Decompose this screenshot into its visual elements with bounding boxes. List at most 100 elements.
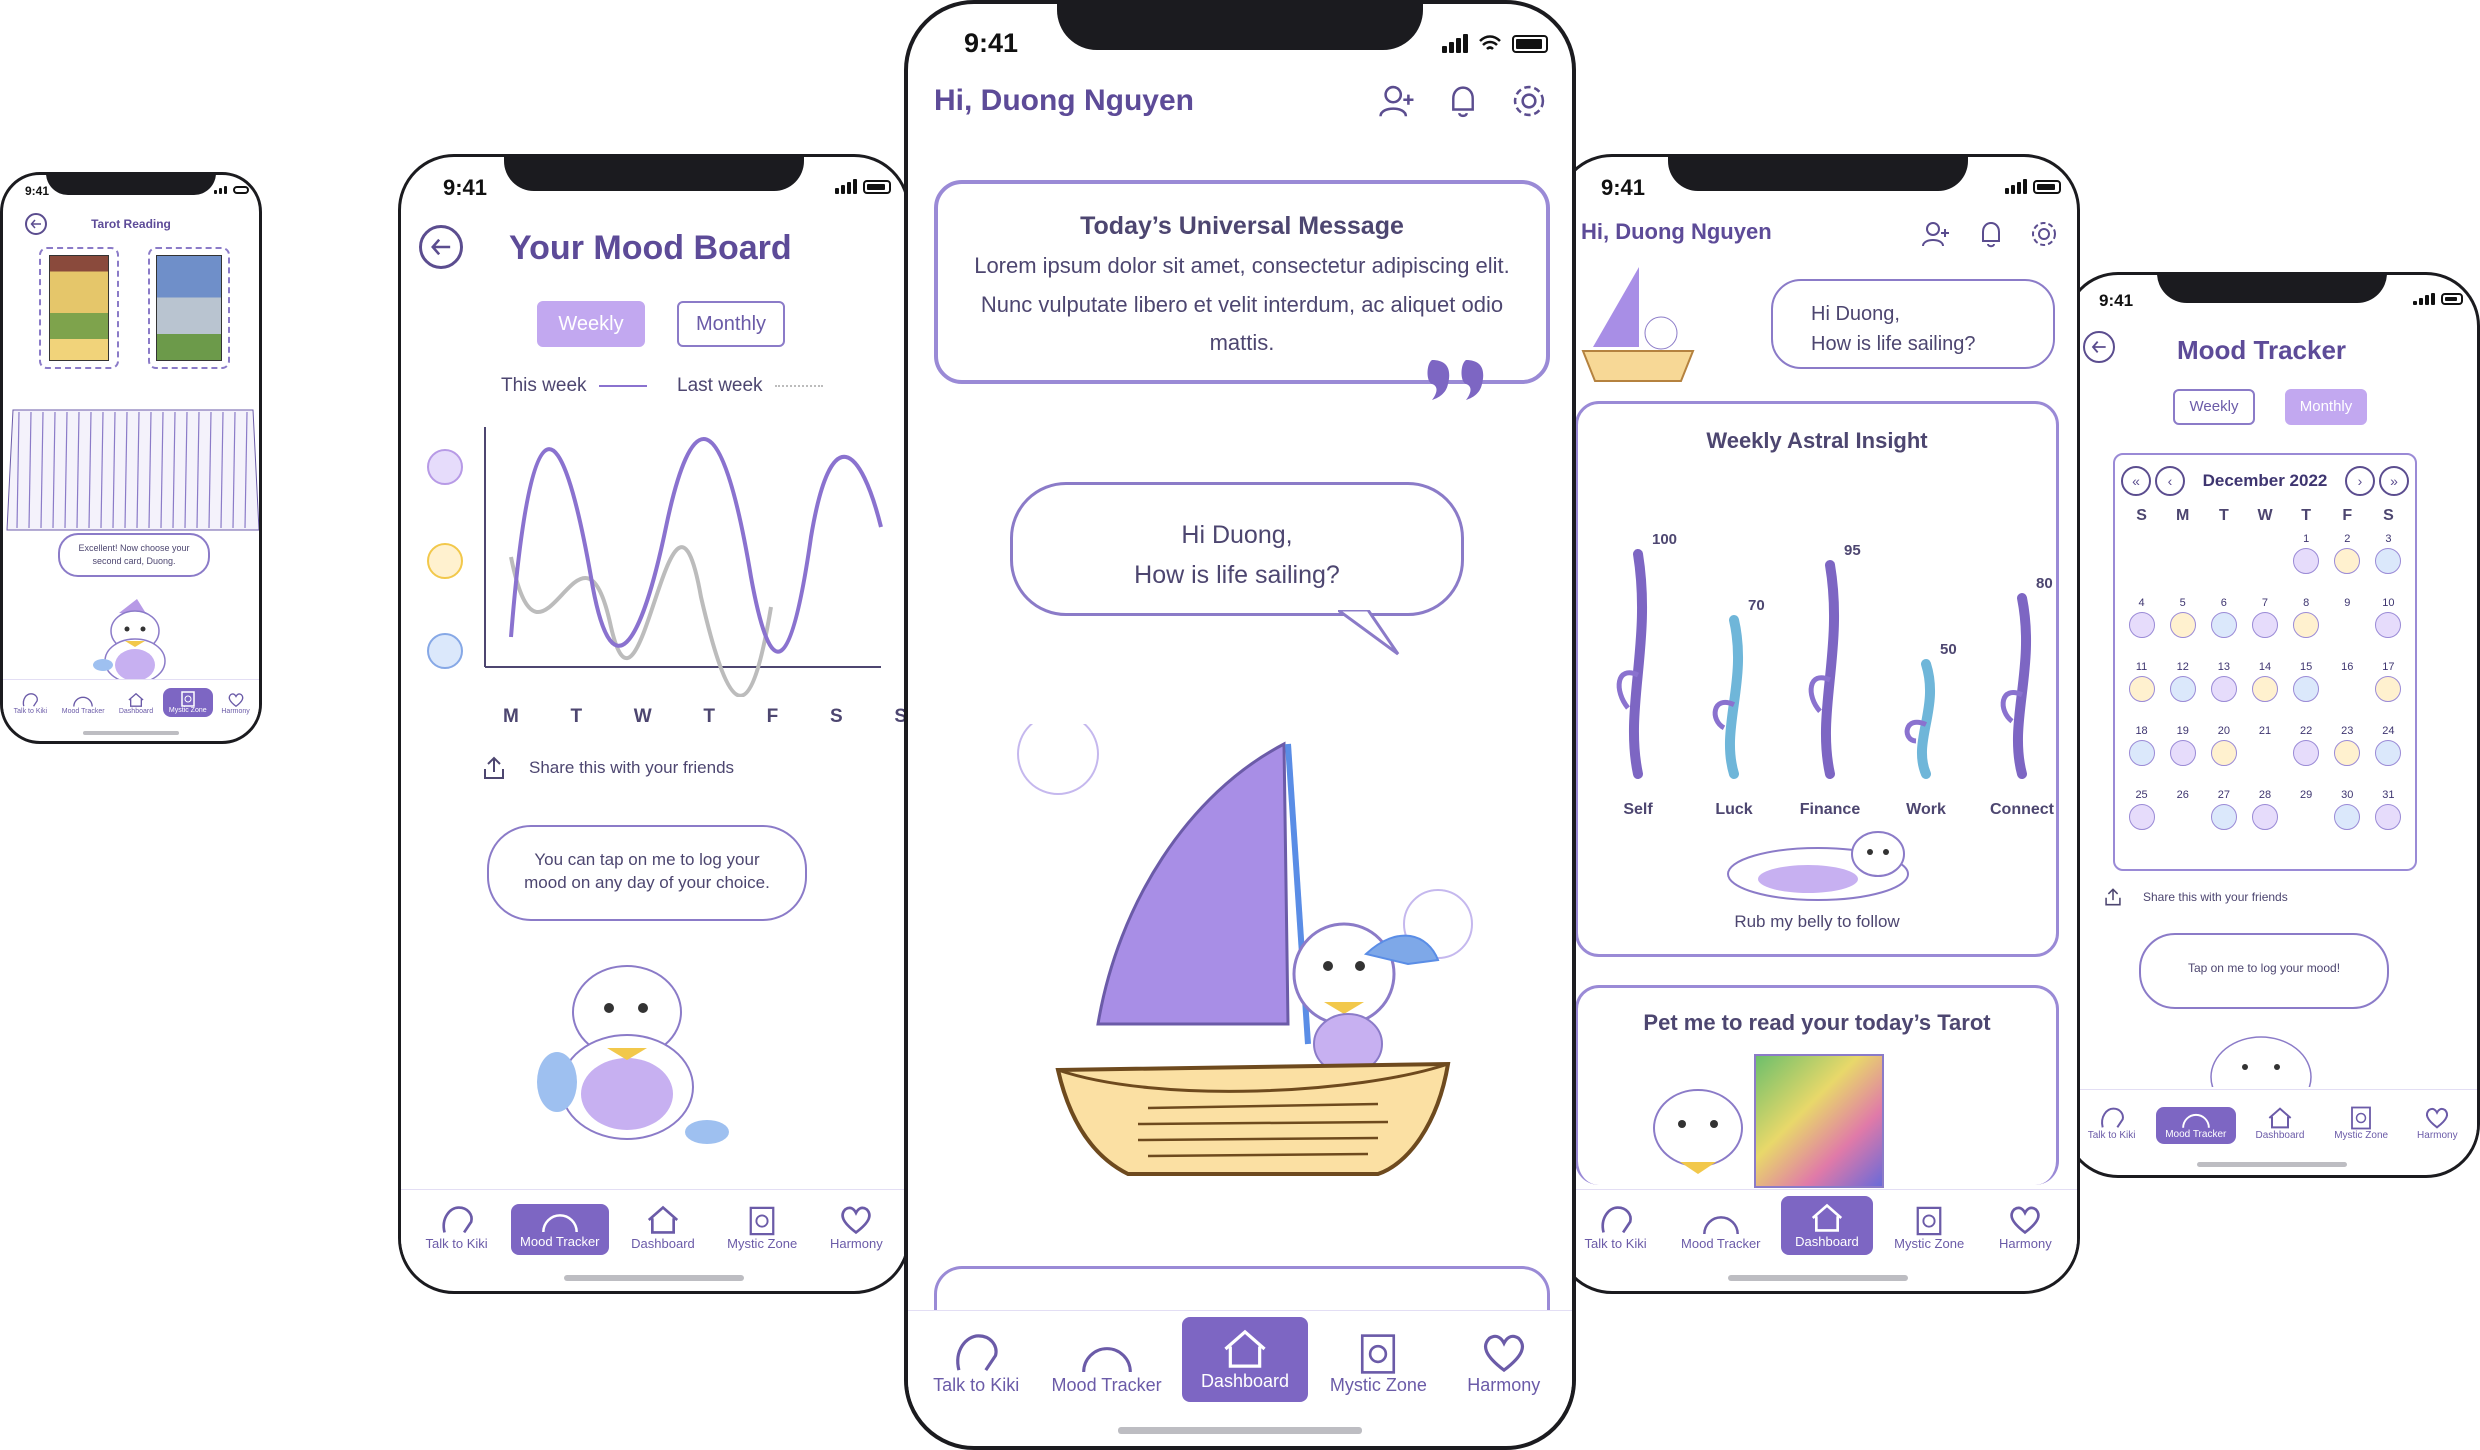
status-icons [214,186,249,194]
back-button[interactable] [419,225,463,269]
add-friend-icon[interactable] [1378,82,1416,120]
kiki-sailboat-illustration[interactable] [998,724,1498,1204]
calendar-day[interactable]: 17 [2368,661,2409,725]
tab-mystic-zone[interactable]: Mystic Zone [2324,1103,2398,1144]
mood-gauge-icon [541,1214,578,1233]
tab-mood-tracker[interactable]: Mood Tracker [57,692,109,717]
calendar-day[interactable]: 10 [2368,597,2409,661]
tarot-card-panel[interactable]: Pet me to read your today’s Tarot [1575,985,2059,1188]
gear-icon[interactable] [2029,219,2059,249]
calendar-day[interactable]: 24 [2368,725,2409,789]
legend-this-week: This week [501,375,647,397]
tab-dashboard[interactable]: Dashboard [2243,1103,2317,1144]
calendar-day[interactable]: 27 [2203,789,2244,853]
calendar-day[interactable]: 29 [2286,789,2327,853]
tab-talk-to-kiki[interactable]: Talk to Kiki [921,1325,1031,1402]
tab-mystic-zone[interactable]: Mystic Zone [717,1202,807,1255]
selected-card-slot-2[interactable] [148,247,230,369]
calendar-day[interactable]: 26 [2162,789,2203,853]
day-number: 6 [2220,597,2227,609]
prev-year-button[interactable]: « [2121,466,2151,496]
tab-mood-tracker[interactable]: Mood Tracker [2155,1107,2236,1144]
toggle-weekly[interactable]: Weekly [2173,389,2255,425]
gear-icon[interactable] [1510,82,1548,120]
calendar-day[interactable]: 23 [2327,725,2368,789]
calendar-day[interactable]: 18 [2121,725,2162,789]
tab-harmony[interactable]: Harmony [2405,1103,2469,1144]
calendar-day[interactable]: 20 [2203,725,2244,789]
day-labels: M T W T F S S [503,706,907,728]
toggle-weekly[interactable]: Weekly [537,301,645,347]
tarot-deck-fan[interactable] [3,390,262,540]
day-number: 2 [2344,533,2351,545]
calendar-day[interactable]: 13 [2203,661,2244,725]
next-year-button[interactable]: » [2378,466,2409,496]
calendar-day[interactable]: 5 [2162,597,2203,661]
calendar-day[interactable]: 21 [2244,725,2285,789]
calendar-day[interactable]: 28 [2244,789,2285,853]
calendar-day[interactable]: 30 [2327,789,2368,853]
kiki-seal-mascot[interactable] [2201,1027,2321,1087]
day-number: 28 [2258,789,2272,801]
insight-value-label: 95 [1844,542,1861,559]
calendar-day[interactable]: 9 [2327,597,2368,661]
tab-mood-tracker[interactable]: Mood Tracker [1042,1335,1172,1402]
tab-mood-tracker[interactable]: Mood Tracker [1672,1208,1770,1255]
tab-harmony[interactable]: Harmony [1985,1200,2065,1255]
toggle-monthly[interactable]: Monthly [2285,389,2367,425]
calendar-day[interactable]: 1 [2286,533,2327,597]
calendar-day[interactable]: 22 [2286,725,2327,789]
bell-icon[interactable] [1977,219,2005,249]
tab-talk-to-kiki[interactable]: Talk to Kiki [1571,1200,1661,1255]
tab-harmony[interactable]: Harmony [1449,1325,1559,1402]
kiki-lying-mascot[interactable] [1718,824,1918,904]
tab-mystic-zone[interactable]: Mystic Zone [1884,1202,1974,1255]
calendar-day[interactable]: 31 [2368,789,2409,853]
tab-talk-to-kiki[interactable]: Talk to Kiki [412,1200,502,1255]
day-number: 10 [2382,597,2395,609]
selected-card-slot-1[interactable] [39,247,119,369]
calendar-day[interactable]: 16 [2327,661,2368,725]
share-row[interactable]: Share this with your friends [481,755,734,781]
tab-mystic-zone[interactable]: Mystic Zone [162,688,213,717]
kiki-seal-mascot[interactable] [89,595,181,687]
tab-talk-to-kiki[interactable]: Talk to Kiki [6,690,54,717]
calendar-day[interactable]: 4 [2121,597,2162,661]
calendar-day[interactable]: 8 [2286,597,2327,661]
tab-harmony[interactable]: Harmony [816,1200,896,1255]
calendar-grid: 1 2 3 4 5 6 7 8 9 10 11 12 13 14 15 16 17 18 19 20 21 22 23 24 2… [2121,533,2409,853]
calendar-day[interactable]: 2 [2327,533,2368,597]
tab-talk-to-kiki[interactable]: Talk to Kiki [2075,1103,2149,1144]
calendar-day[interactable]: 11 [2121,661,2162,725]
kiki-sailing-illustration[interactable] [1573,257,1703,387]
add-friend-icon[interactable] [1921,219,1951,249]
calendar-day[interactable]: 6 [2203,597,2244,661]
tab-dashboard[interactable]: Dashboard [618,1200,708,1255]
calendar-day[interactable]: 14 [2244,661,2285,725]
tab-dashboard[interactable]: Dashboard [1181,1317,1308,1402]
calendar-day[interactable]: 19 [2162,725,2203,789]
kiki-seal-mascot[interactable] [531,952,731,1152]
calendar-day[interactable]: 12 [2162,661,2203,725]
tab-harmony[interactable]: Harmony [216,690,256,717]
tab-mystic-zone[interactable]: Mystic Zone [1318,1327,1438,1402]
toggle-monthly[interactable]: Monthly [677,301,785,347]
tab-dashboard[interactable]: Dashboard [112,690,160,717]
kiki-seal-mascot[interactable] [1638,1078,1758,1188]
phone-main-dashboard: 9:41 Hi, Duong Nguyen Today’s Universal … [904,0,1576,1450]
calendar-day[interactable]: 7 [2244,597,2285,661]
tab-dashboard[interactable]: Dashboard [1780,1196,1873,1255]
calendar-day[interactable]: 3 [2368,533,2409,597]
calendar-day[interactable]: 15 [2286,661,2327,725]
calendar-day[interactable]: 25 [2121,789,2162,853]
share-row[interactable]: Share this with your friends [2103,887,2288,907]
phone-tarot-reading: 9:41 Tarot Reading Excellent! Now choose… [0,172,262,744]
next-month-button[interactable]: › [2344,466,2375,496]
bell-icon[interactable] [1446,82,1480,120]
heart-icon [228,693,243,708]
tarot-card-image[interactable] [1754,1054,1884,1188]
prev-month-button[interactable]: ‹ [2155,466,2185,496]
greeting: Hi, Duong Nguyen [1581,219,1772,244]
back-button[interactable] [2083,331,2115,363]
tab-mood-tracker[interactable]: Mood Tracker [510,1204,609,1255]
